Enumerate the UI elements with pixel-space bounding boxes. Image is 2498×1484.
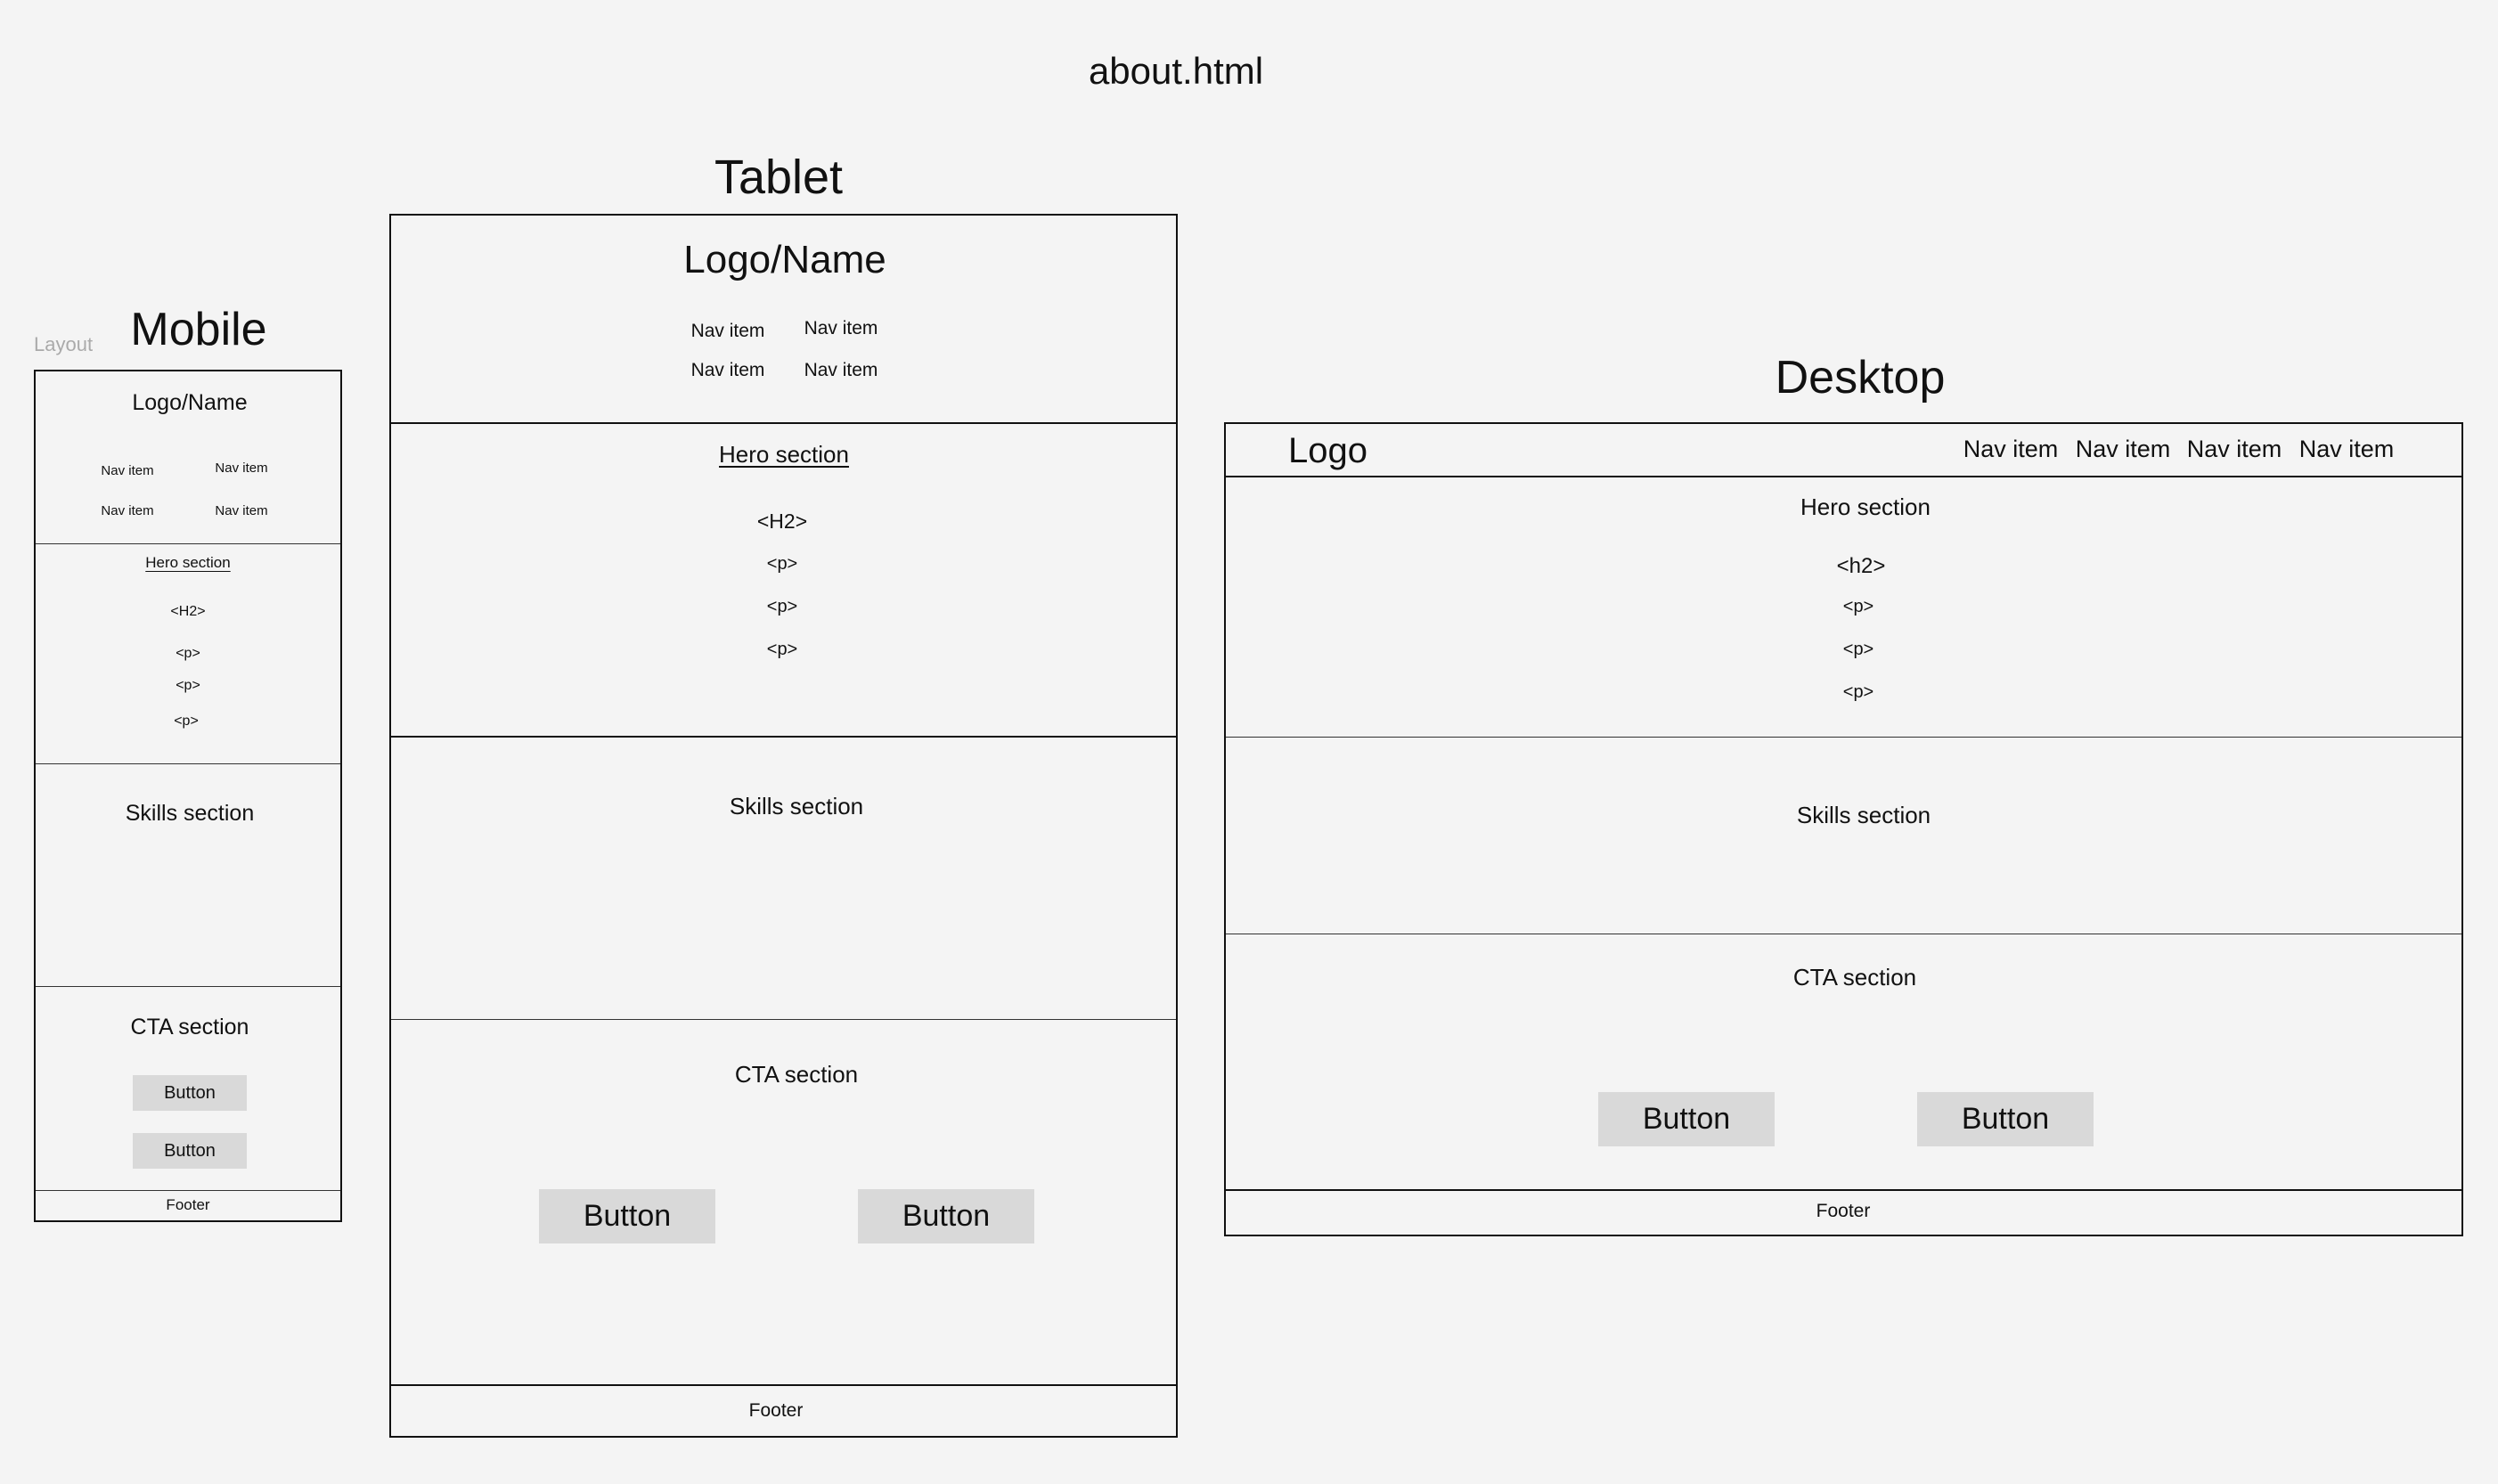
desktop-wireframe: Logo Nav item Nav item Nav item Nav item…: [1224, 422, 2463, 1236]
desktop-nav-item-2[interactable]: Nav item: [2076, 436, 2171, 463]
layout-label: Layout: [34, 333, 94, 355]
mobile-divider: [36, 986, 340, 987]
desktop-divider: [1226, 1189, 2461, 1191]
tablet-divider: [391, 1384, 1176, 1386]
page-title: about.html: [1088, 50, 1264, 92]
tablet-divider: [391, 422, 1176, 424]
tablet-skills-section: Skills section: [729, 793, 864, 819]
desktop-hero-p: <p>: [1842, 597, 1874, 616]
mobile-cta-title: CTA section: [130, 1015, 249, 1040]
desktop-hero-p: <p>: [1842, 640, 1874, 659]
desktop-cta-button-1[interactable]: Button: [1598, 1092, 1775, 1146]
mobile-logo: Logo/Name: [132, 390, 248, 415]
tablet-divider: [391, 736, 1176, 738]
desktop-cta-title: CTA section: [1792, 964, 1917, 991]
desktop-nav-item-1[interactable]: Nav item: [1963, 436, 2059, 463]
mobile-divider: [36, 1190, 340, 1191]
desktop-logo: Logo: [1288, 431, 1367, 470]
tablet-nav-item-1[interactable]: Nav item: [691, 321, 765, 342]
mobile-cta-button-1[interactable]: Button: [133, 1075, 247, 1111]
mobile-hero-title: Hero section: [145, 554, 231, 571]
tablet-nav-item-4[interactable]: Nav item: [804, 360, 878, 381]
desktop-hero-p: <p>: [1842, 682, 1874, 702]
mobile-nav-item-4[interactable]: Nav item: [215, 503, 267, 518]
tablet-nav-item-3[interactable]: Nav item: [691, 360, 765, 381]
mobile-heading: Mobile: [130, 304, 267, 355]
mobile-hero-p: <p>: [176, 678, 200, 693]
mobile-divider: [36, 763, 340, 764]
tablet-heading: Tablet: [714, 151, 844, 204]
desktop-heading: Desktop: [1775, 352, 1946, 404]
mobile-nav-item-2[interactable]: Nav item: [215, 461, 267, 476]
mobile-skills-section: Skills section: [125, 801, 255, 826]
tablet-hero-p: <p>: [766, 554, 798, 574]
tablet-hero-h2: <H2>: [756, 510, 808, 533]
desktop-hero-h2: <h2>: [1836, 554, 1886, 578]
tablet-logo: Logo/Name: [683, 238, 886, 281]
mobile-nav-item-1[interactable]: Nav item: [101, 463, 153, 478]
tablet-hero-p: <p>: [766, 640, 798, 659]
mobile-cta-button-2[interactable]: Button: [133, 1133, 247, 1169]
desktop-cta-button-2[interactable]: Button: [1917, 1092, 2094, 1146]
desktop-divider: [1226, 737, 2461, 738]
desktop-nav-item-3[interactable]: Nav item: [2187, 436, 2282, 463]
tablet-hero-p: <p>: [766, 597, 798, 616]
desktop-hero-title: Hero section: [1800, 493, 1931, 520]
tablet-nav-item-2[interactable]: Nav item: [804, 318, 878, 339]
tablet-cta-button-2[interactable]: Button: [858, 1189, 1034, 1243]
mobile-wireframe: Logo/Name Nav item Nav item Nav item Nav…: [34, 370, 342, 1222]
mobile-hero-p: <p>: [174, 713, 199, 729]
desktop-divider: [1226, 476, 2461, 477]
mobile-hero-p: <p>: [176, 646, 200, 661]
desktop-nav-item-4[interactable]: Nav item: [2299, 436, 2395, 463]
mobile-nav-item-3[interactable]: Nav item: [101, 503, 153, 518]
tablet-wireframe: Logo/Name Nav item Nav item Nav item Nav…: [389, 214, 1178, 1438]
desktop-skills-section: Skills section: [1796, 802, 1931, 828]
tablet-cta-button-1[interactable]: Button: [539, 1189, 715, 1243]
mobile-footer: Footer: [166, 1196, 210, 1213]
tablet-footer: Footer: [748, 1400, 804, 1421]
mobile-hero-h2: <H2>: [170, 604, 206, 619]
tablet-divider: [391, 1019, 1176, 1020]
desktop-footer: Footer: [1816, 1201, 1871, 1221]
mobile-divider: [36, 543, 340, 544]
tablet-cta-title: CTA section: [734, 1061, 859, 1088]
tablet-hero-title: Hero section: [719, 441, 849, 468]
